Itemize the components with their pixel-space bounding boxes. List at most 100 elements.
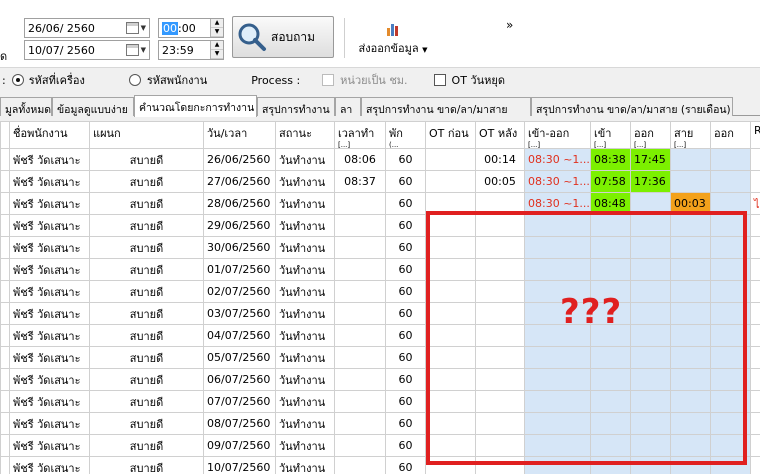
col-header-dept[interactable]: แผนก: [89, 121, 204, 149]
cell-name: พัชรี วัดเสนาะ: [9, 170, 90, 193]
calendar-icon[interactable]: [125, 22, 139, 34]
spin-down-icon[interactable]: ▼: [211, 50, 223, 59]
cell-dept: สบายดี: [89, 236, 204, 259]
cell-ot-after: 00:14: [475, 148, 525, 171]
col-header-in[interactable]: เข้า [...]: [590, 121, 631, 149]
col-header-out[interactable]: ออก [...]: [630, 121, 671, 149]
tab-absence-summary-monthly[interactable]: สรุปการทำงาน ขาด/ลา/มาสาย (รายเดือน): [531, 97, 733, 116]
cell-date: 03/07/2560: [203, 302, 276, 325]
date-from-picker[interactable]: 26/06/ 2560 ▼: [24, 18, 150, 38]
col-header-early-out[interactable]: ออก: [710, 121, 751, 149]
time-to-spinner[interactable]: ▲ ▼: [210, 41, 223, 59]
row-selector[interactable]: [0, 214, 10, 237]
row-selector[interactable]: [0, 280, 10, 303]
chevron-down-icon[interactable]: ▼: [141, 24, 146, 32]
cell-status: วันทำงาน: [275, 412, 335, 435]
row-selector[interactable]: [0, 236, 10, 259]
cell-status: วันทำงาน: [275, 258, 335, 281]
search-button[interactable]: สอบถาม: [232, 16, 334, 58]
radio-machine-code[interactable]: [11, 74, 24, 86]
col-header-r[interactable]: R: [750, 121, 760, 149]
cell-r: [750, 258, 760, 281]
chevron-down-icon[interactable]: ▼: [141, 46, 146, 54]
cell-break: 60: [385, 170, 426, 193]
tab-absence-summary[interactable]: สรุปการทำงาน ขาด/ลา/มาสาย: [361, 97, 531, 116]
cell-late: [670, 170, 711, 193]
row-selector[interactable]: [0, 434, 10, 457]
cell-status: วันทำงาน: [275, 148, 335, 171]
spin-down-icon[interactable]: ▼: [211, 28, 223, 37]
tab-leave[interactable]: ลา: [335, 97, 361, 116]
col-header-shift-sub: [...]: [528, 141, 541, 149]
time-from-input[interactable]: 00:00 ▲ ▼: [158, 18, 224, 38]
tab-simple-view[interactable]: ข้อมูลดูแบบง่าย: [52, 97, 134, 116]
unit-hours-checkbox[interactable]: [322, 74, 335, 86]
row-selector[interactable]: [0, 192, 10, 215]
tab-shift-calc[interactable]: คำนวณโดยกะการทำงาน: [134, 95, 257, 117]
chevron-down-icon: ▼: [422, 46, 428, 54]
row-selector[interactable]: [0, 412, 10, 435]
cell-status: วันทำงาน: [275, 346, 335, 369]
col-header-date[interactable]: วัน/เวลา: [203, 121, 276, 149]
col-header-work-time[interactable]: เวลาทำ [...]: [334, 121, 386, 149]
cell-date: 30/06/2560: [203, 236, 276, 259]
cell-r: [750, 324, 760, 347]
row-selector[interactable]: [0, 258, 10, 281]
ot-holiday-checkbox[interactable]: [433, 74, 446, 86]
spin-up-icon[interactable]: ▲: [211, 19, 223, 28]
row-selector[interactable]: [0, 302, 10, 325]
row-selector[interactable]: [0, 368, 10, 391]
cell-r: [750, 368, 760, 391]
row-selector[interactable]: [0, 346, 10, 369]
row-selector[interactable]: [0, 148, 10, 171]
time-to-input[interactable]: 23:59 ▲ ▼: [158, 40, 224, 60]
col-header-ot-after[interactable]: OT หลัง: [475, 121, 525, 149]
cell-date: 04/07/2560: [203, 324, 276, 347]
cell-break: 60: [385, 368, 426, 391]
cell-r: [750, 346, 760, 369]
row-selector[interactable]: [0, 456, 10, 474]
table-row[interactable]: พัชรี วัดเสนาะ สบายดี 26/06/2560 วันทำงาน 08…: [0, 148, 760, 171]
col-header-break[interactable]: พัก (...: [385, 121, 426, 149]
cell-dept: สบายดี: [89, 390, 204, 413]
tab-all-data[interactable]: มูลทั้งหมด: [0, 97, 52, 116]
toolbar-overflow-icon[interactable]: »: [506, 18, 513, 32]
cell-work-time: [334, 390, 386, 413]
export-dropdown-button[interactable]: ส่งออกข้อมูล ▼: [352, 22, 434, 62]
date-to-picker[interactable]: 10/07/ 2560 ▼: [24, 40, 150, 60]
cell-name: พัชรี วัดเสนาะ: [9, 148, 90, 171]
time-from-spinner[interactable]: ▲ ▼: [210, 19, 223, 37]
table-row[interactable]: พัชรี วัดเสนาะ สบายดี 27/06/2560 วันทำงาน 08…: [0, 170, 760, 193]
cell-dept: สบายดี: [89, 148, 204, 171]
col-header-shift[interactable]: เข้า-ออก [...]: [524, 121, 591, 149]
col-header-name[interactable]: ชื่อพนักงาน: [9, 121, 90, 149]
row-selector[interactable]: [0, 390, 10, 413]
row-selector[interactable]: [0, 324, 10, 347]
col-header-status[interactable]: สถานะ: [275, 121, 335, 149]
annotation-question-marks: ???: [560, 292, 623, 332]
cell-status: วันทำงาน: [275, 456, 335, 474]
cell-r: [750, 456, 760, 474]
export-label: ส่งออกข้อมูล: [358, 42, 419, 55]
cell-dept: สบายดี: [89, 302, 204, 325]
cell-ot-before: [425, 170, 476, 193]
cell-break: 60: [385, 346, 426, 369]
date-from-value: 26/06/ 2560: [28, 21, 95, 35]
tab-work-summary[interactable]: สรุปการทำงาน: [257, 97, 335, 116]
cell-in: 07:58: [590, 170, 631, 193]
magnifier-icon: [238, 23, 266, 51]
col-header-ot-before[interactable]: OT ก่อน: [425, 121, 476, 149]
radio-employee-code[interactable]: [128, 74, 141, 86]
spin-up-icon[interactable]: ▲: [211, 41, 223, 50]
cell-date: 09/07/2560: [203, 434, 276, 457]
cell-work-time: [334, 368, 386, 391]
cell-name: พัชรี วัดเสนาะ: [9, 456, 90, 474]
row-selector[interactable]: [0, 170, 10, 193]
row-header-cell: [0, 121, 10, 149]
cell-date: 08/07/2560: [203, 412, 276, 435]
calendar-icon[interactable]: [125, 44, 139, 56]
col-header-late[interactable]: สาย [...]: [670, 121, 711, 149]
cell-work-time: [334, 346, 386, 369]
cell-status: วันทำงาน: [275, 236, 335, 259]
tab-strip: มูลทั้งหมด ข้อมูลดูแบบง่าย คำนวณโดยกะการ…: [0, 95, 760, 117]
